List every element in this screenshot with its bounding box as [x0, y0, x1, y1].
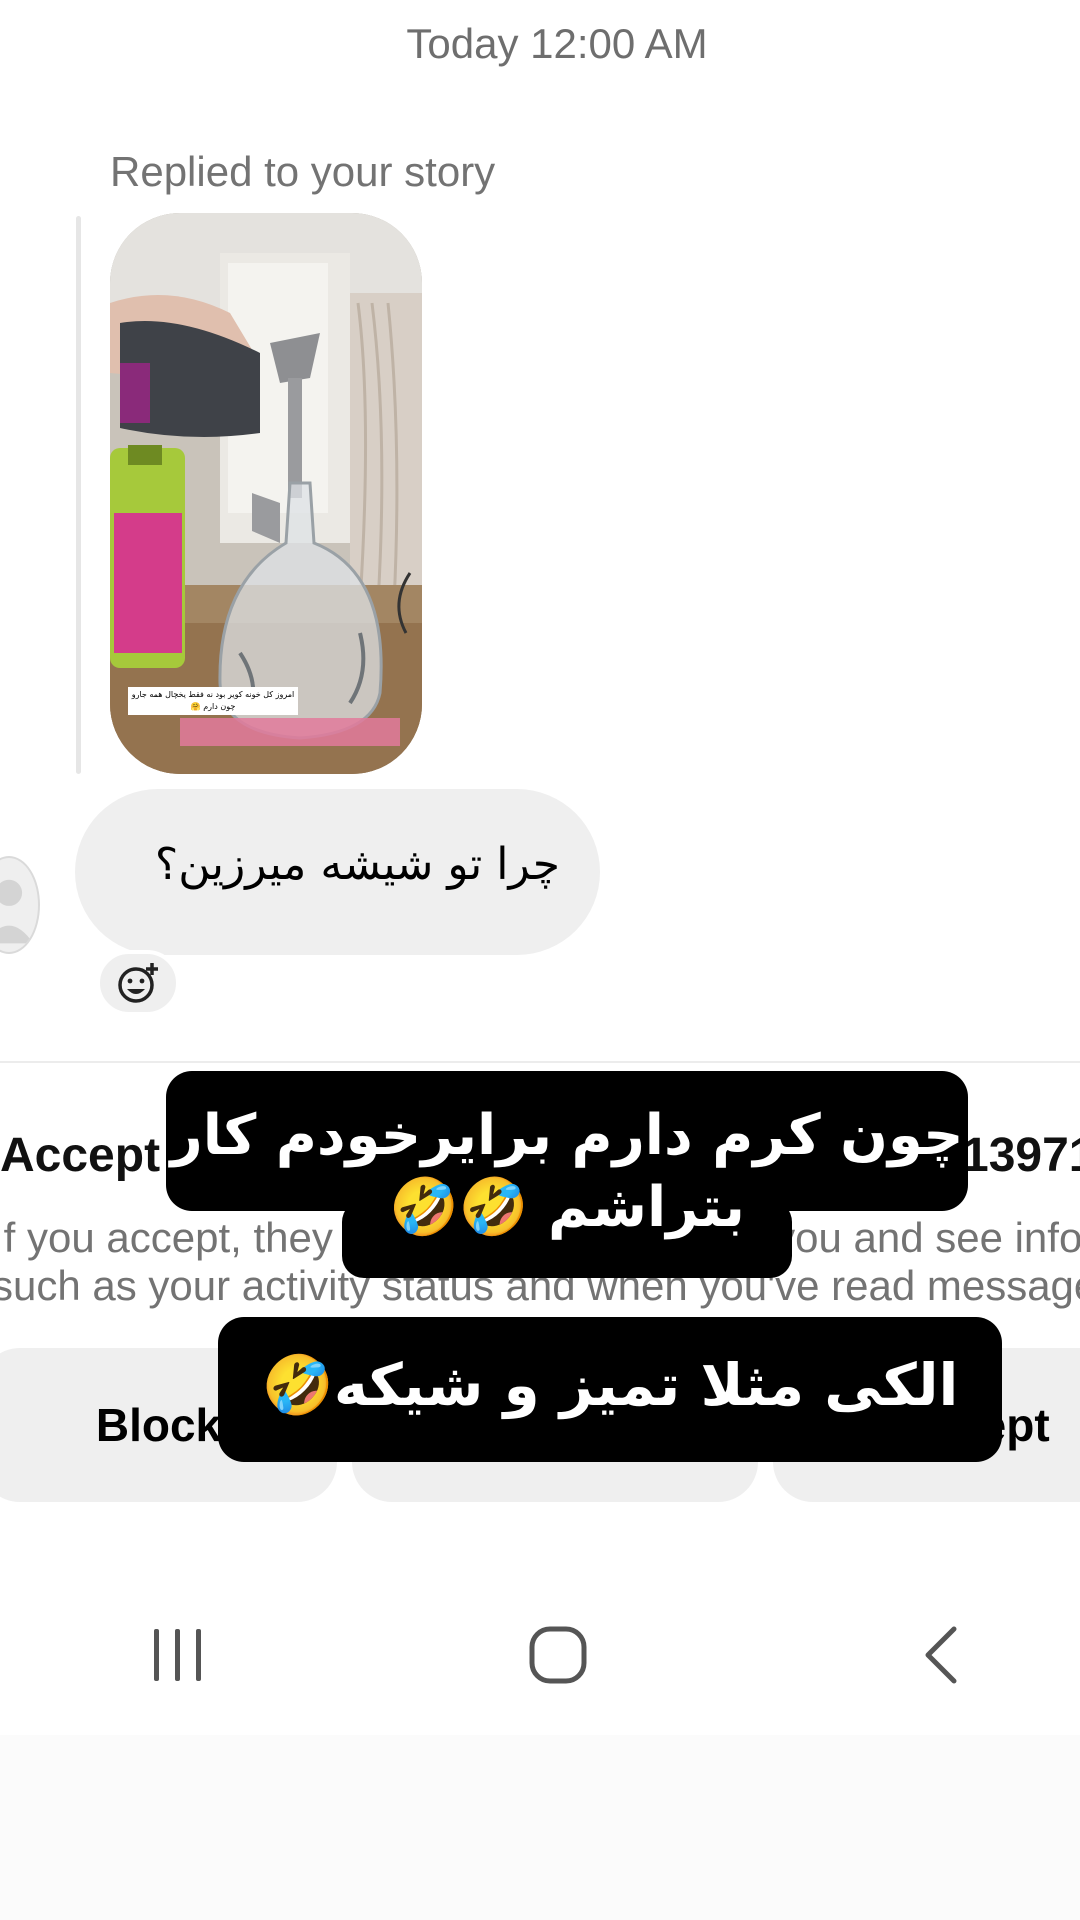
story-caption: امروز کل خونه کویر بود نه فقط یخچال همه … [128, 687, 298, 715]
message-text: چرا تو شیشه میرزین؟ [154, 839, 560, 890]
home-icon [529, 1626, 587, 1684]
reply-indicator-bar [76, 216, 81, 774]
sender-avatar[interactable] [0, 856, 40, 954]
bottom-blank-area [0, 1735, 1080, 1920]
person-icon [0, 879, 34, 944]
request-title: Accept [0, 1129, 161, 1182]
request-username: 13971 [962, 1129, 1080, 1182]
story-thumbnail[interactable]: امروز کل خونه کویر بود نه فقط یخچال همه … [110, 213, 422, 774]
divider [0, 1061, 1080, 1063]
recents-icon [154, 1629, 201, 1681]
message-bubble[interactable]: چرا تو شیشه میرزین؟ [75, 789, 600, 955]
back-icon [925, 1626, 957, 1684]
add-reaction-icon [118, 963, 158, 1003]
back-button[interactable] [900, 1610, 980, 1700]
system-nav-bar [0, 1610, 1080, 1700]
recents-button[interactable] [130, 1610, 226, 1700]
caption-overlay-text: چون کرم دارم برایرخودم کار بتراشم 🤣🤣 [166, 1100, 968, 1244]
add-reaction-button[interactable] [96, 950, 180, 1016]
caption-line: چون کرم دارم برایرخودم کار [170, 1103, 964, 1168]
timestamp: Today 12:00 AM [406, 20, 708, 67]
story-reply-label: Replied to your story [110, 148, 496, 195]
caption-line: بتراشم 🤣🤣 [389, 1175, 745, 1240]
home-button[interactable] [508, 1610, 608, 1700]
caption-overlay-text: الکی مثلا تمیز و شیکه🤣 [261, 1351, 959, 1419]
